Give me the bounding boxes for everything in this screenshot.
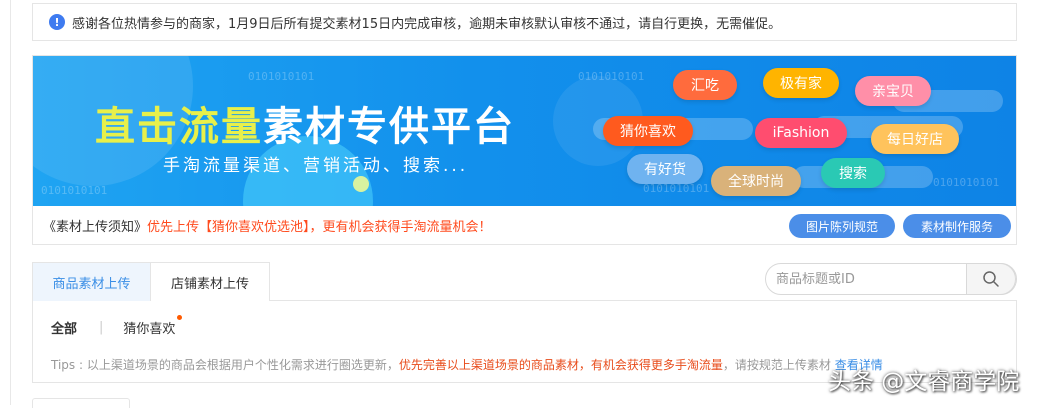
upload-notice-bar: 《素材上传须知》 优先上传【猜你喜欢优选池】，更有机会获得手淘流量机会！ 图片陈列… — [33, 208, 1016, 242]
display-rules-button[interactable]: 图片陈列规范 — [789, 214, 895, 238]
tag-caini[interactable]: 猜你喜欢 — [603, 116, 693, 146]
filter-separator: | — [99, 320, 104, 335]
notice-text: 感谢各位热情参与的商家，1月9日后所有提交素材15日内完成审核，逾期未审核默认审… — [72, 16, 782, 32]
banner-title: 直击流量素材专供平台 — [95, 94, 515, 152]
search-icon — [983, 271, 999, 287]
binary-decor: 0101010101 — [41, 184, 108, 197]
banner-title-highlight: 直击流量 — [95, 104, 263, 150]
banner-title-rest: 素材专供平台 — [263, 104, 515, 150]
tab-shop-material[interactable]: 店铺素材上传 — [150, 262, 270, 301]
tag-qinbaobei[interactable]: 亲宝贝 — [855, 76, 931, 106]
tag-huichi[interactable]: 汇吃 — [673, 70, 737, 100]
bottom-card — [32, 398, 130, 408]
filter-all[interactable]: 全部 — [51, 318, 77, 337]
tips-suffix: ，请按规范上传素材 — [722, 358, 835, 372]
tips-highlight: 优先完善以上渠道场景的商品素材，有机会获得更多手淘流量 — [398, 358, 723, 372]
tag-quanqiushishang[interactable]: 全球时尚 — [711, 166, 801, 196]
upload-priority-text: 优先上传【猜你喜欢优选池】，更有机会获得手淘流量机会！ — [147, 219, 492, 235]
search-button[interactable] — [966, 263, 1016, 295]
tag-youhaohuo[interactable]: 有好货 — [627, 154, 703, 184]
filter-guess-label: 猜你喜欢 — [123, 322, 176, 337]
filter-guess-you-like[interactable]: 猜你喜欢 — [123, 315, 183, 337]
tab-product-material[interactable]: 商品素材上传 — [32, 262, 151, 301]
decor-circle — [353, 176, 369, 192]
watermark: 头条 @文睿商学院 — [828, 369, 1020, 395]
upload-rules-link[interactable]: 《素材上传须知》 — [43, 216, 147, 235]
left-divider — [10, 0, 11, 405]
info-icon: ! — [49, 14, 65, 30]
tips-text: Tips : 以上渠道场景的商品会根据用户个性化需求进行圈选更新，优先完善以上渠… — [51, 356, 883, 373]
channel-filters: 全部 | 猜你喜欢 — [51, 315, 183, 337]
tag-jiyoujia[interactable]: 极有家 — [763, 68, 839, 98]
notice-bar: ! 感谢各位热情参与的商家，1月9日后所有提交素材15日内完成审核，逾期未审核默… — [32, 3, 1017, 41]
search-box — [765, 263, 1017, 295]
tips-prefix: Tips : 以上渠道场景的商品会根据用户个性化需求进行圈选更新， — [51, 358, 399, 372]
tag-meirihaodian[interactable]: 每日好店 — [871, 124, 959, 154]
binary-decor: 0101010101 — [933, 176, 1000, 189]
new-dot-icon — [177, 315, 183, 320]
banner-subtitle: 手淘流量渠道、营销活动、搜索... — [163, 156, 469, 176]
tag-ifashion[interactable]: iFashion — [755, 118, 847, 148]
search-input[interactable] — [766, 271, 961, 287]
production-service-button[interactable]: 素材制作服务 — [903, 214, 1011, 238]
binary-decor: 0101010101 — [248, 70, 315, 83]
binary-decor: 0101010101 — [578, 70, 645, 83]
promo-banner[interactable]: 0101010101 0101010101 0101010101 0101010… — [33, 56, 1016, 206]
banner-card: 0101010101 0101010101 0101010101 0101010… — [32, 55, 1017, 245]
tag-sousuo[interactable]: 搜索 — [821, 158, 885, 188]
